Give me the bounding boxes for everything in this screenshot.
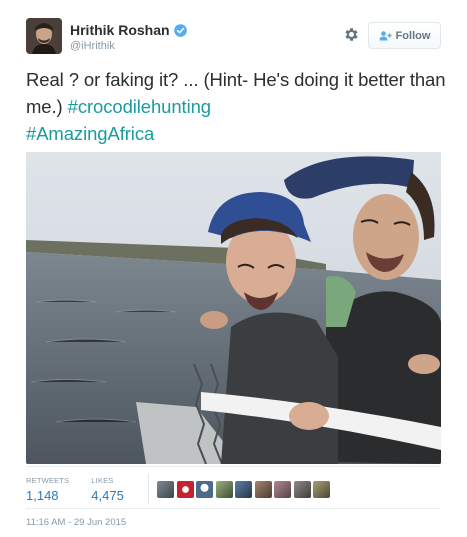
tweet-card: Hrithik Roshan @iHrithik Follow Real ? o… xyxy=(0,0,467,537)
user-handle[interactable]: @iHrithik xyxy=(70,40,115,52)
favoriter-avatar[interactable] xyxy=(157,481,174,498)
likes-count[interactable]: 4,475 xyxy=(91,488,124,503)
hashtag-link[interactable]: #AmazingAfrica xyxy=(26,123,154,144)
favoriters-avatars xyxy=(157,481,333,498)
stats-divider xyxy=(148,474,149,504)
favoriter-avatar[interactable] xyxy=(235,481,252,498)
user-avatar[interactable] xyxy=(26,18,62,54)
favoriter-avatar[interactable] xyxy=(215,481,233,498)
tweet-photo[interactable] xyxy=(26,152,441,464)
favoriter-avatar[interactable] xyxy=(313,481,330,498)
favoriter-avatar[interactable] xyxy=(274,481,291,498)
divider xyxy=(26,508,441,509)
tweet-text: Real ? or faking it? ... (Hint- He's doi… xyxy=(26,66,446,147)
tweet-stats: RETWEETS 1,148 LIKES 4,475 xyxy=(26,476,146,503)
add-person-icon xyxy=(379,30,392,41)
divider xyxy=(26,466,441,467)
gear-icon[interactable] xyxy=(343,26,360,43)
favoriter-avatar[interactable] xyxy=(254,481,272,498)
name-row: Hrithik Roshan xyxy=(70,22,187,38)
follow-label: Follow xyxy=(395,29,431,42)
display-name[interactable]: Hrithik Roshan xyxy=(70,22,170,38)
retweets-count[interactable]: 1,148 xyxy=(26,488,69,503)
verified-badge-icon xyxy=(173,23,187,37)
retweets-label: RETWEETS xyxy=(26,476,70,485)
follow-button[interactable]: Follow xyxy=(368,22,441,49)
retweets-stat[interactable]: RETWEETS 1,148 xyxy=(26,476,69,503)
likes-label: LIKES xyxy=(91,476,114,485)
favoriter-avatar[interactable] xyxy=(176,481,194,498)
likes-stat[interactable]: LIKES 4,475 xyxy=(91,476,124,503)
tweet-timestamp[interactable]: 11:16 AM - 29 Jun 2015 xyxy=(26,517,126,528)
favoriter-avatar[interactable] xyxy=(293,481,311,498)
favoriter-avatar[interactable] xyxy=(196,481,213,498)
hashtag-link[interactable]: #crocodilehunting xyxy=(68,96,211,117)
